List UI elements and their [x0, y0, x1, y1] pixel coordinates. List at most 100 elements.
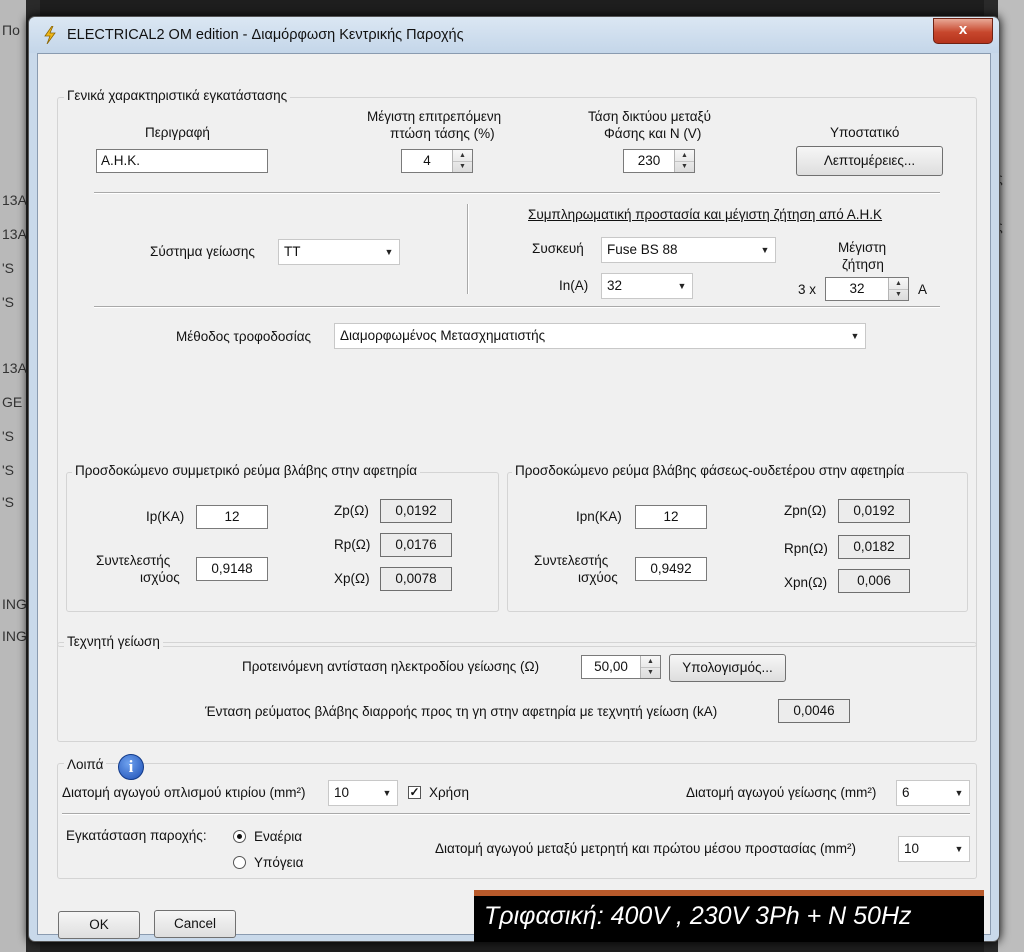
artificial-earth-legend: Τεχνητή γείωση [64, 634, 163, 649]
device-label: Συσκευή [532, 241, 584, 256]
earth-conductor-select[interactable]: 6 ▼ [896, 780, 970, 806]
ipn-label: Ipn(KA) [576, 509, 622, 524]
xp-value: 0,0078 [380, 567, 452, 591]
artificial-earth-group [57, 642, 977, 742]
dialog-window: ELECTRICAL2 OM edition - Διαμόρφωση Κεντ… [28, 16, 1000, 942]
spin-down-icon[interactable]: ▼ [641, 667, 660, 678]
building-conductor-label: Διατομή αγωγού οπλισμού κτιρίου (mm²) [62, 785, 306, 800]
neutral-pf-input[interactable]: 0,9492 [635, 557, 707, 581]
vertical-divider [467, 204, 469, 294]
neutral-pf-label-2: ισχύος [578, 570, 618, 585]
supply-method-label: Μέθοδος τροφοδοσίας [176, 329, 312, 344]
underground-label: Υπόγεια [254, 855, 304, 870]
other-group [57, 763, 977, 879]
window-title: ELECTRICAL2 OM edition - Διαμόρφωση Κεντ… [67, 27, 464, 43]
supply-info-banner: Τριφασική: 400V , 230V 3Ph + N 50Hz [474, 890, 984, 942]
description-label: Περιγραφή [145, 125, 210, 140]
spin-down-icon[interactable]: ▼ [675, 161, 694, 172]
ok-button[interactable]: OK [58, 911, 140, 939]
chevron-down-icon: ▼ [954, 788, 964, 798]
chevron-down-icon: ▼ [850, 331, 860, 341]
ip-input[interactable]: 12 [196, 505, 268, 529]
background-fragment: GE [2, 394, 23, 410]
max-demand-prefix: 3 x [798, 282, 817, 297]
divider [62, 813, 970, 815]
calculate-button[interactable]: Υπολογισμός... [669, 654, 786, 682]
title-bar[interactable]: ELECTRICAL2 OM edition - Διαμόρφωση Κεντ… [29, 17, 999, 53]
max-demand-stepper[interactable]: 32 ▲ ▼ [825, 277, 909, 301]
supply-info-text: Τριφασική: 400V , 230V 3Ph + N 50Hz [484, 902, 912, 930]
background-fragment: ING [2, 628, 27, 644]
network-voltage-stepper[interactable]: 230 ▲ ▼ [623, 149, 695, 173]
close-icon: x [958, 21, 968, 38]
rp-label: Rp(Ω) [334, 537, 371, 552]
device-select[interactable]: Fuse BS 88 ▼ [601, 237, 776, 263]
substation-label: Υποστατικό [830, 125, 900, 140]
xp-label: Xp(Ω) [334, 571, 370, 586]
background-fragment: 'S [2, 428, 15, 444]
max-demand-label-2: ζήτηση [842, 257, 884, 272]
zpn-value: 0,0192 [838, 499, 910, 523]
divider [94, 306, 940, 308]
divider [94, 192, 940, 194]
description-input[interactable]: Α.Η.Κ. [96, 149, 268, 173]
neutral-pf-label-1: Συντελεστής [534, 553, 609, 568]
electrode-resistance-stepper[interactable]: 50,00 ▲ ▼ [581, 655, 661, 679]
chevron-down-icon: ▼ [760, 245, 770, 255]
earthing-system-select[interactable]: TT ▼ [278, 239, 400, 265]
symmetric-pf-input[interactable]: 0,9148 [196, 557, 268, 581]
supply-method-select[interactable]: Διαμορφωμένος Μετασχηματιστής ▼ [334, 323, 866, 349]
meter-conductor-label: Διατομή αγωγού μεταξύ μετρητή και πρώτου… [435, 841, 857, 856]
spin-down-icon[interactable]: ▼ [889, 289, 908, 300]
rpn-value: 0,0182 [838, 535, 910, 559]
chevron-down-icon: ▼ [384, 247, 394, 257]
max-voltage-drop-label-2: πτώση τάσης (%) [390, 126, 495, 141]
use-checkbox[interactable]: ✓ [408, 786, 421, 799]
ipn-input[interactable]: 12 [635, 505, 707, 529]
background-fragment: 'S [2, 462, 15, 478]
aerial-radio[interactable] [233, 830, 246, 843]
max-demand-value: 32 [849, 281, 865, 296]
neutral-fault-legend: Προσδοκώμενο ρεύμα βλάβης φάσεως-ουδετέρ… [512, 463, 908, 478]
max-demand-unit: A [918, 282, 928, 297]
rp-value: 0,0176 [380, 533, 452, 557]
symmetric-fault-legend: Προσδοκώμενο συμμετρικό ρεύμα βλάβης στη… [72, 463, 421, 478]
building-conductor-value: 10 [334, 785, 350, 800]
building-conductor-select[interactable]: 10 ▼ [328, 780, 398, 806]
close-button[interactable]: x [933, 18, 993, 44]
general-legend: Γενικά χαρακτηριστικά εγκατάστασης [64, 88, 291, 103]
cancel-button[interactable]: Cancel [154, 910, 236, 938]
spin-down-icon[interactable]: ▼ [453, 161, 472, 172]
earth-conductor-label: Διατομή αγωγού γείωσης (mm²) [686, 785, 877, 800]
zp-label: Zp(Ω) [334, 503, 369, 518]
background-fragment: 13A [2, 360, 27, 376]
symmetric-pf-label-1: Συντελεστής [96, 553, 171, 568]
max-voltage-drop-label-1: Μέγιστη επιτρεπόμενη [367, 109, 502, 124]
info-icon[interactable]: i [118, 754, 144, 780]
earthing-system-value: TT [284, 244, 301, 259]
xpn-label: Xpn(Ω) [784, 575, 828, 590]
in-select[interactable]: 32 ▼ [601, 273, 693, 299]
aerial-label: Εναέρια [254, 829, 303, 844]
symmetric-pf-label-2: ισχύος [140, 570, 180, 585]
in-label: In(A) [559, 278, 589, 293]
leak-current-value: 0,0046 [778, 699, 850, 723]
meter-conductor-select[interactable]: 10 ▼ [898, 836, 970, 862]
other-legend: Λοιπά [64, 757, 107, 772]
leak-current-label: Ένταση ρεύματος βλάβης διαρροής προς τη … [205, 704, 718, 719]
zp-value: 0,0192 [380, 499, 452, 523]
max-voltage-drop-stepper[interactable]: 4 ▲ ▼ [401, 149, 473, 173]
rpn-label: Rpn(Ω) [784, 541, 828, 556]
electrode-resistance-label: Προτεινόμενη αντίσταση ηλεκτροδίου γείωσ… [242, 659, 540, 674]
earthing-system-label: Σύστημα γείωσης [150, 244, 255, 259]
background-fragment: Πο [2, 22, 20, 38]
chevron-down-icon: ▼ [382, 788, 392, 798]
details-button[interactable]: Λεπτομέρειες... [796, 146, 943, 176]
underground-radio[interactable] [233, 856, 246, 869]
network-voltage-label-1: Τάση δικτύου μεταξύ [588, 109, 711, 124]
background-fragment: 'S [2, 260, 15, 276]
background-fragment: 'S [2, 494, 15, 510]
background-fragment: 13A [2, 192, 27, 208]
ip-label: Ip(KA) [146, 509, 185, 524]
xpn-value: 0,006 [838, 569, 910, 593]
